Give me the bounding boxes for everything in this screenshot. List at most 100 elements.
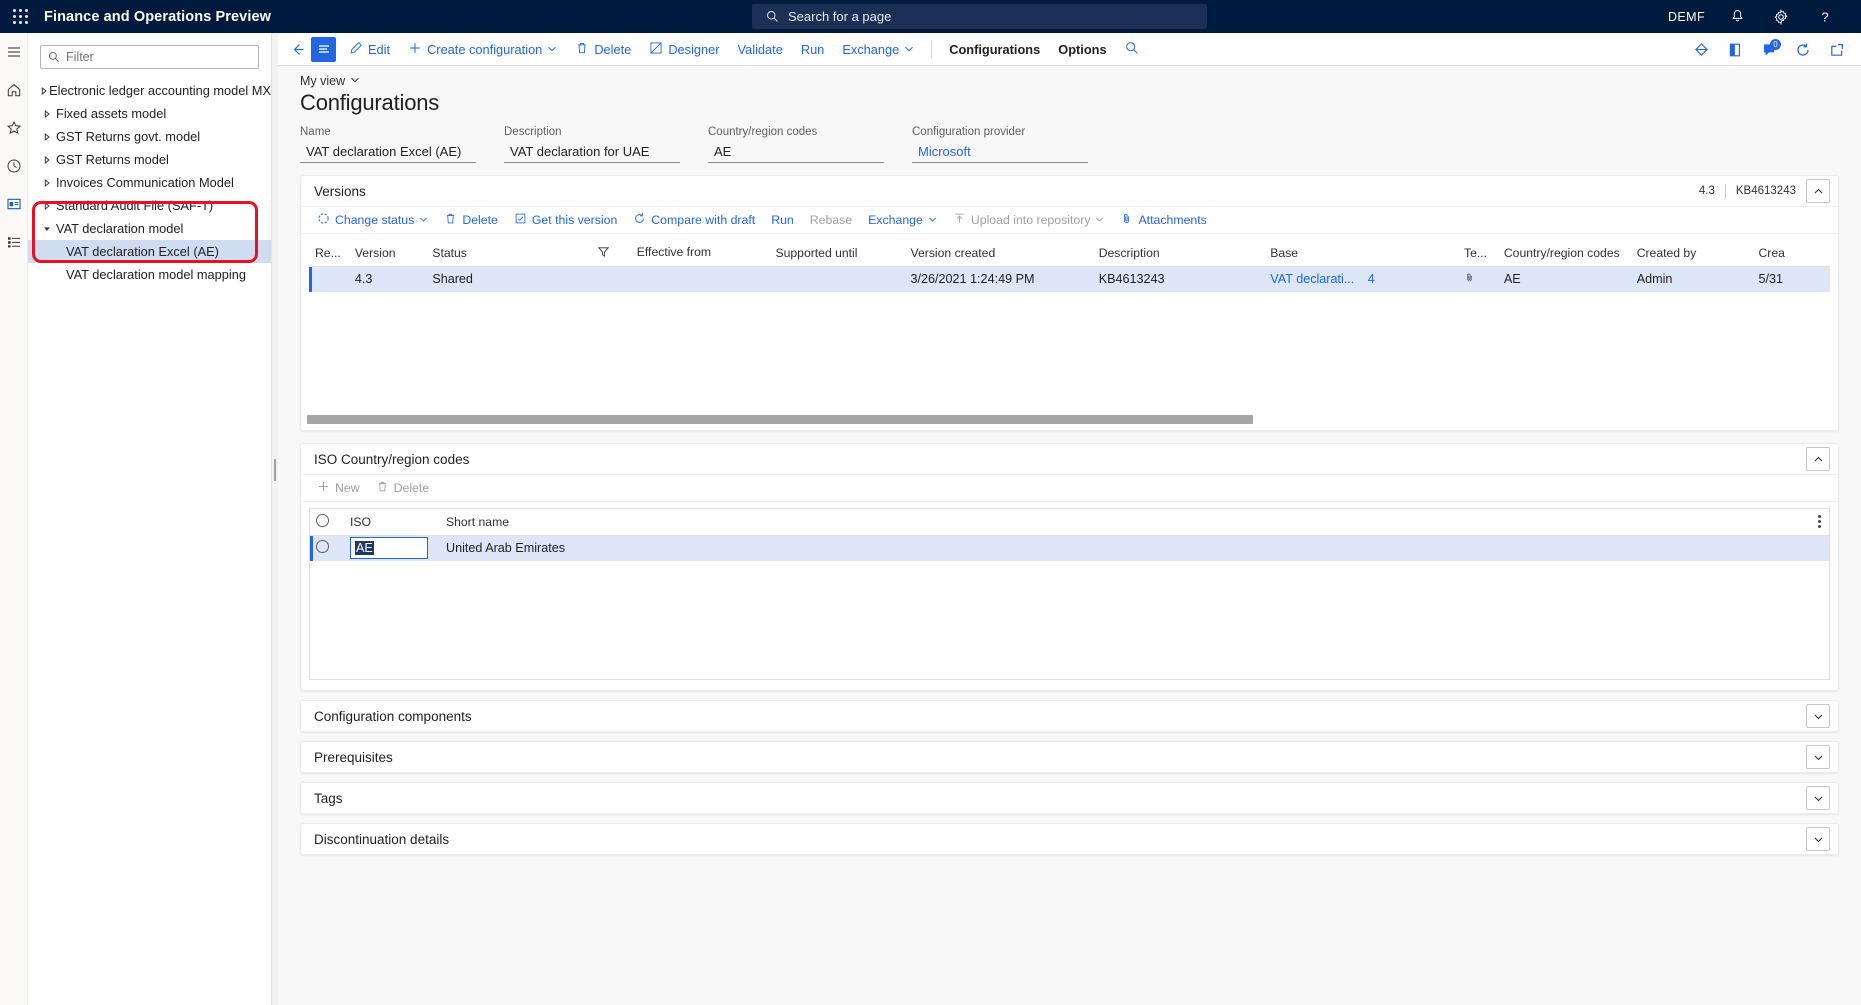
tree-node-vat-declaration-model[interactable]: VAT declaration model	[28, 217, 271, 240]
chevron-right-icon[interactable]	[38, 201, 56, 210]
expand-prerequisites-button[interactable]	[1806, 745, 1830, 769]
col-status[interactable]: Status	[426, 240, 593, 267]
col-version-created[interactable]: Version created	[904, 240, 1093, 267]
tags-section[interactable]: Tags	[300, 782, 1839, 814]
collapse-iso-button[interactable]	[1806, 447, 1830, 471]
edit-button[interactable]: Edit	[340, 37, 399, 62]
cell-short-name[interactable]: United Arab Emirates	[440, 535, 1829, 561]
tree-filter-box[interactable]	[40, 45, 259, 69]
attachments-button[interactable]: Attachments	[1112, 209, 1214, 231]
col-short-name[interactable]: Short name	[440, 509, 1829, 536]
cell-te[interactable]	[1458, 266, 1498, 292]
pane-splitter[interactable]	[272, 33, 278, 1005]
configuration-components-section[interactable]: Configuration components	[300, 700, 1839, 732]
col-supported-until[interactable]: Supported until	[769, 240, 905, 267]
run-button[interactable]: Run	[792, 37, 833, 62]
back-button[interactable]	[286, 37, 311, 62]
chevron-down-icon[interactable]	[419, 213, 428, 227]
country-region-codes-input[interactable]: AE	[708, 141, 884, 163]
change-status-button[interactable]: Change status	[309, 209, 436, 231]
tree-node-gst-returns-govt-model[interactable]: GST Returns govt. model	[28, 125, 271, 148]
workspaces-icon[interactable]	[3, 193, 25, 215]
cell-base[interactable]: VAT declarati... 4	[1264, 266, 1458, 292]
gear-icon[interactable]	[1759, 0, 1803, 33]
tab-configurations[interactable]: Configurations	[940, 37, 1049, 62]
col-re[interactable]: Re...	[309, 240, 349, 267]
chevron-down-icon[interactable]	[350, 74, 360, 88]
cell-crea[interactable]: 5/31	[1752, 266, 1830, 292]
expand-tags-button[interactable]	[1806, 786, 1830, 810]
validate-button[interactable]: Validate	[729, 37, 792, 62]
tree-filter-input[interactable]	[66, 50, 251, 64]
modules-list-icon[interactable]	[3, 231, 25, 253]
cell-supported-until[interactable]	[769, 266, 904, 292]
col-description[interactable]: Description	[1092, 240, 1265, 267]
compare-with-draft-button[interactable]: Compare with draft	[625, 209, 763, 231]
cell-created-by[interactable]: Admin	[1631, 266, 1753, 292]
waffle-icon[interactable]	[0, 0, 42, 33]
row-select-radio[interactable]	[316, 540, 329, 554]
hamburger-icon[interactable]	[3, 41, 25, 63]
col-effective-from[interactable]: Effective from	[592, 240, 770, 267]
cell-row-select[interactable]	[310, 535, 344, 561]
designer-button[interactable]: Designer	[640, 37, 728, 62]
cell-version[interactable]: 4.3	[349, 266, 426, 292]
table-row[interactable]: AE United Arab Emirates	[310, 535, 1829, 561]
tree-node-gst-returns-model[interactable]: GST Returns model	[28, 148, 271, 171]
cell-description[interactable]: KB4613243	[1093, 266, 1265, 292]
chevron-right-icon[interactable]	[38, 132, 56, 141]
col-base[interactable]: Base	[1264, 240, 1459, 267]
configuration-provider-link[interactable]: Microsoft	[912, 141, 1088, 163]
get-this-version-button[interactable]: Get this version	[506, 209, 625, 231]
chevron-right-icon[interactable]	[38, 178, 56, 187]
chevron-right-icon[interactable]	[38, 109, 56, 118]
refresh-icon[interactable]	[1791, 38, 1815, 62]
col-crea[interactable]: Crea	[1752, 240, 1830, 267]
chevron-down-icon[interactable]	[904, 42, 914, 57]
versions-exchange-button[interactable]: Exchange	[860, 209, 945, 231]
chevron-down-icon[interactable]	[928, 213, 937, 227]
grid-options-icon[interactable]	[1818, 514, 1821, 528]
collapse-versions-button[interactable]	[1806, 179, 1830, 203]
versions-delete-button[interactable]: Delete	[436, 209, 506, 231]
show-list-button[interactable]	[311, 36, 336, 62]
help-icon[interactable]: ?	[1803, 0, 1847, 33]
create-configuration-button[interactable]: Create configuration	[399, 37, 566, 62]
table-row[interactable]: 4.3 Shared 3/26/2021 1:24:49 PM KB461324…	[309, 266, 1830, 292]
command-search-button[interactable]	[1116, 37, 1148, 62]
bell-icon[interactable]	[1715, 0, 1759, 33]
versions-run-button[interactable]: Run	[763, 209, 802, 231]
company-selector[interactable]: DEMF	[1658, 0, 1715, 33]
col-country-region-codes[interactable]: Country/region codes	[1497, 240, 1631, 267]
chevron-down-icon[interactable]	[38, 225, 56, 233]
prerequisites-section[interactable]: Prerequisites	[300, 741, 1839, 773]
messages-icon[interactable]: 0	[1757, 38, 1781, 62]
tree-node-standard-audit-file-saf-t[interactable]: Standard Audit File (SAF-T)	[28, 194, 271, 217]
expand-configuration-components-button[interactable]	[1806, 704, 1830, 728]
iso-input[interactable]: AE	[350, 537, 428, 560]
tree-node-fixed-assets-model[interactable]: Fixed assets model	[28, 102, 271, 125]
office-apps-icon[interactable]	[1723, 38, 1747, 62]
cell-status[interactable]: Shared	[426, 266, 592, 292]
chevron-right-icon[interactable]	[38, 155, 56, 164]
col-te[interactable]: Te...	[1458, 240, 1498, 267]
col-created-by[interactable]: Created by	[1630, 240, 1753, 267]
recent-clock-icon[interactable]	[3, 155, 25, 177]
tab-options[interactable]: Options	[1049, 37, 1115, 62]
personalize-icon[interactable]	[1689, 38, 1713, 62]
description-input[interactable]: VAT declaration for UAE	[504, 141, 680, 163]
global-search-box[interactable]: Search for a page	[752, 4, 1207, 29]
base-link[interactable]: VAT declarati...	[1270, 272, 1354, 286]
col-version[interactable]: Version	[348, 240, 427, 267]
chevron-down-icon[interactable]	[547, 42, 557, 57]
cell-country-region-codes[interactable]: AE	[1498, 266, 1631, 292]
view-selector[interactable]: My view	[300, 74, 1839, 88]
discontinuation-details-section[interactable]: Discontinuation details	[300, 823, 1839, 855]
chevron-right-icon[interactable]	[38, 86, 49, 95]
name-input[interactable]: VAT declaration Excel (AE)	[300, 141, 476, 163]
tree-node-electronic-ledger-accounting-model-mx[interactable]: Electronic ledger accounting model MX	[28, 79, 271, 102]
select-all-radio[interactable]	[316, 513, 329, 527]
exchange-menu-button[interactable]: Exchange	[833, 37, 923, 62]
open-in-new-window-icon[interactable]	[1825, 38, 1849, 62]
delete-button[interactable]: Delete	[566, 37, 640, 62]
